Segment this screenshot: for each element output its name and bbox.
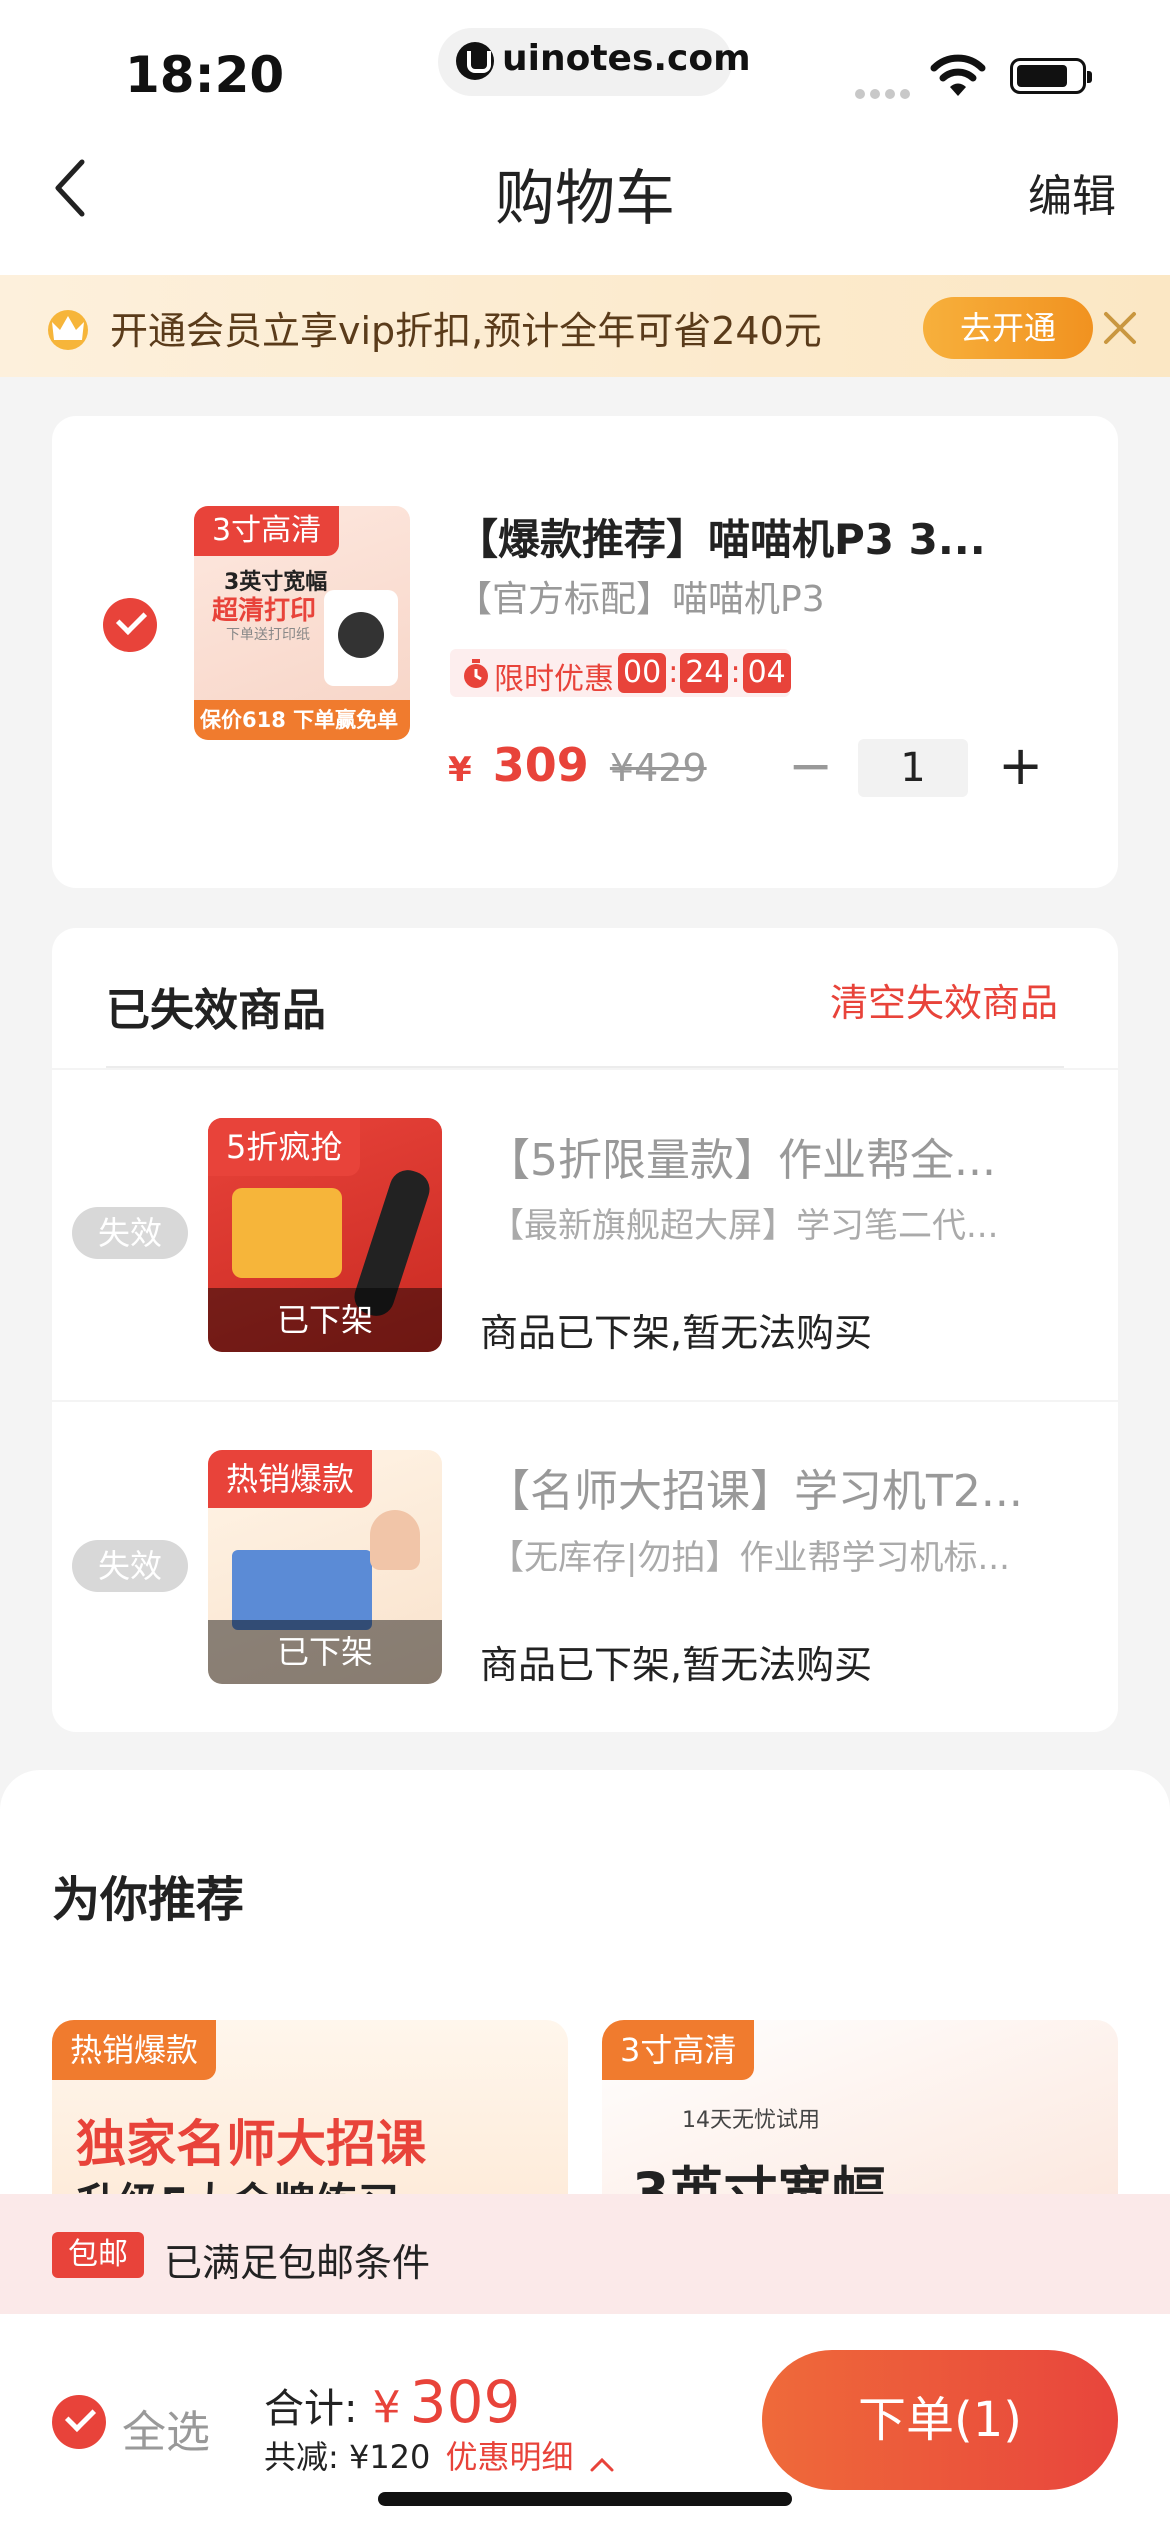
price: 309: [492, 738, 589, 792]
invalid-product-image: 5折疯抢 已下架: [208, 1118, 442, 1352]
timer-seconds: 04: [742, 653, 791, 693]
recommend-card-tag: 热销爆款: [52, 2020, 217, 2080]
clear-invalid-button[interactable]: 清空失效商品: [830, 972, 1058, 1027]
discount-detail-link[interactable]: 优惠明细: [446, 2438, 574, 2476]
invalid-product-note: 商品已下架,暂无法购买: [480, 1311, 873, 1355]
site-logo-icon: [456, 42, 494, 80]
invalid-product-tag: 热销爆款: [208, 1450, 373, 1508]
select-all-label[interactable]: 全选: [122, 2396, 210, 2460]
increase-quantity-button[interactable]: +: [998, 734, 1043, 797]
item-checkbox[interactable]: [103, 598, 157, 652]
edit-button[interactable]: 编辑: [1028, 160, 1116, 224]
product-title[interactable]: 【爆款推荐】喵喵机P3 3...: [456, 506, 986, 567]
quantity-input[interactable]: 1: [858, 739, 968, 797]
coupon-illustration: [232, 1188, 342, 1278]
invalid-product-spec: 【最新旗舰超大屏】学习笔二代...: [490, 1206, 999, 1246]
product-image-caption: 超清打印: [212, 596, 317, 626]
timer-hours: 00: [618, 653, 667, 693]
price-currency: ¥: [448, 750, 472, 790]
teacher-illustration: [370, 1510, 420, 1570]
home-indicator: [378, 2492, 792, 2506]
product-tag: 3寸高清: [194, 506, 340, 556]
promo-timer: 限时优惠 00:24:04: [450, 649, 791, 697]
tablet-illustration: [232, 1550, 372, 1630]
free-shipping-text: 已满足包邮条件: [164, 2241, 431, 2285]
invalid-product-image: 热销爆款 已下架: [208, 1450, 442, 1684]
product-image[interactable]: 3英寸宽幅 超清打印 下单送打印纸 保价618 下单赢免单 3寸高清: [194, 506, 410, 740]
page-title: 购物车: [495, 164, 675, 234]
promo-label: 限时优惠: [494, 662, 614, 697]
select-all-checkbox[interactable]: [52, 2395, 106, 2449]
invalid-product-title: 【名师大招课】学习机T2...: [486, 1466, 1023, 1517]
invalid-product-tag: 5折疯抢: [208, 1118, 361, 1176]
total-label: 合计:: [264, 2386, 358, 2432]
recommend-card-headline: 独家名师大招课: [76, 2115, 426, 2173]
invalid-product-spec: 【无库存|勿拍】作业帮学习机标...: [490, 1538, 1010, 1578]
invalid-badge: 失效: [72, 1207, 188, 1259]
price-row: ¥ 309 ¥429: [448, 738, 707, 792]
vip-open-button[interactable]: 去开通: [923, 297, 1093, 359]
vip-banner-text: 开通会员立享vip折扣,预计全年可省240元: [110, 309, 822, 353]
invalid-badge: 失效: [72, 1540, 188, 1592]
saved-amount: 共减: ¥120: [264, 2438, 431, 2476]
total-currency: ¥: [372, 2382, 401, 2433]
original-price: ¥429: [609, 746, 707, 790]
recommend-title: 为你推荐: [52, 1872, 245, 1928]
free-shipping-badge: 包邮: [52, 2232, 144, 2278]
offline-overlay: 已下架: [208, 1620, 442, 1684]
close-icon[interactable]: [1100, 308, 1140, 348]
invalid-product-note: 商品已下架,暂无法购买: [480, 1643, 873, 1687]
url-text: uinotes.com: [502, 38, 751, 79]
decrease-quantity-button[interactable]: −: [788, 734, 833, 797]
total-price: 309: [409, 2368, 521, 2436]
printer-illustration: [324, 590, 398, 686]
timer-minutes: 24: [680, 653, 729, 693]
offline-overlay: 已下架: [208, 1288, 442, 1352]
crown-icon: [48, 310, 88, 350]
product-spec[interactable]: 【官方标配】喵喵机P3: [456, 570, 825, 622]
cellular-signal-icon: [855, 84, 915, 99]
product-image-caption: 下单送打印纸: [226, 627, 310, 643]
wifi-icon: [930, 54, 986, 96]
invalid-section-title: 已失效商品: [106, 985, 326, 1036]
invalid-product-title: 【5折限量款】作业帮全...: [486, 1135, 996, 1186]
recommend-card-tag: 3寸高清: [602, 2020, 755, 2080]
total-row: 合计: ¥ 309: [264, 2368, 520, 2436]
chevron-up-icon[interactable]: [589, 2455, 615, 2473]
divider: [106, 1066, 1064, 1068]
battery-icon: [1010, 58, 1092, 94]
place-order-button[interactable]: 下单(1): [762, 2350, 1118, 2490]
product-image-promo: 保价618 下单赢免单: [194, 700, 410, 740]
status-time: 18:20: [125, 46, 285, 104]
recommend-card-small: 14天无忧试用: [682, 2108, 820, 2133]
savings-row: 共减: ¥120 优惠明细: [264, 2432, 615, 2478]
clock-icon: [464, 659, 488, 688]
